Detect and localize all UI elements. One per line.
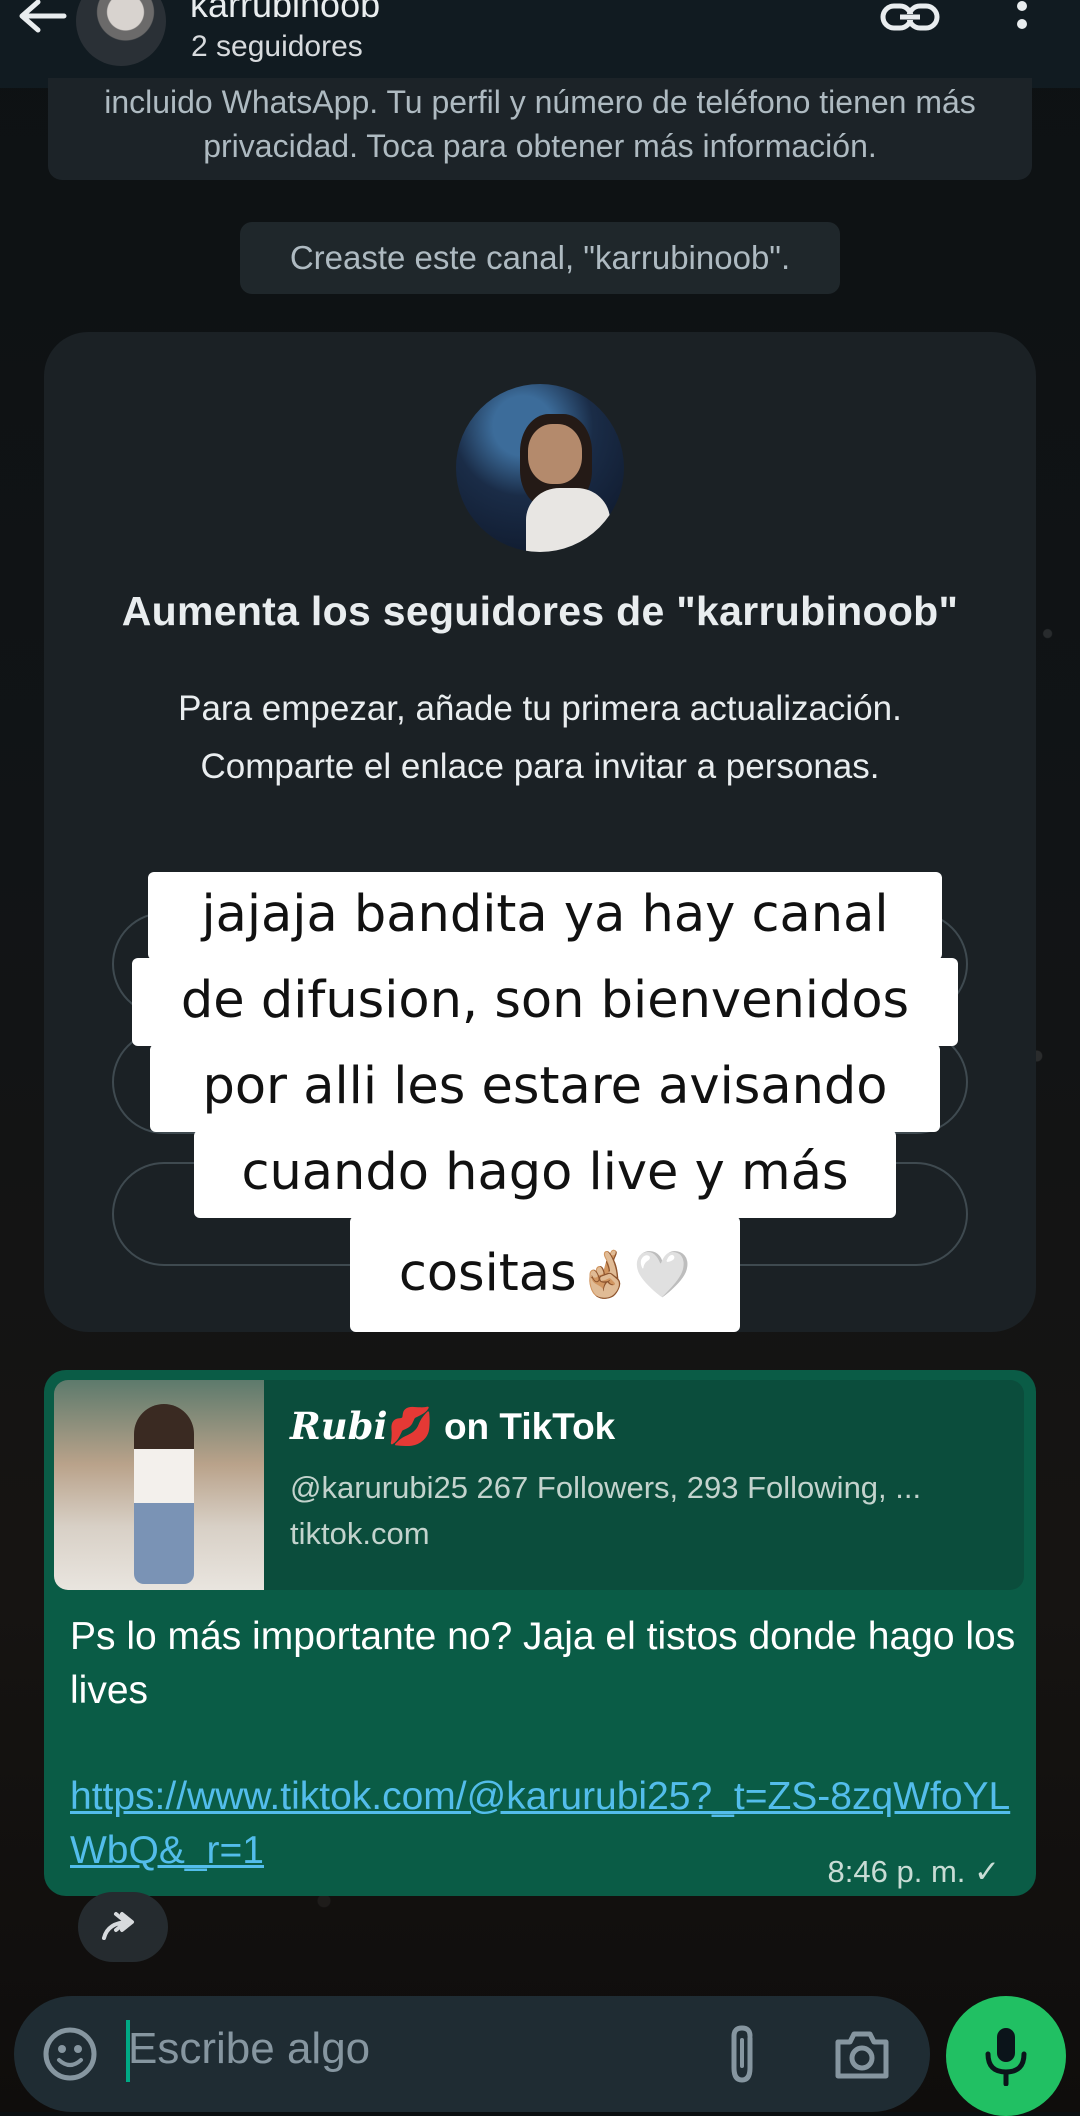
channel-profile-image: [456, 384, 624, 552]
message-input[interactable]: Escribe algo: [128, 2024, 370, 2074]
mic-icon: [985, 2028, 1027, 2086]
fingers-crossed-heart-emoji: 🤞🏼🤍: [576, 1247, 692, 1301]
message-timestamp: 8:46 p. m. ✓: [827, 1854, 1000, 1889]
overlay-caption-line: por alli les estare avisando: [150, 1044, 940, 1132]
attach-icon[interactable]: [722, 2022, 762, 2086]
app-header: karrubinoob 2 seguidores: [0, 0, 1080, 88]
overlay-caption-line: cuando hago live y más: [194, 1130, 896, 1218]
link-icon[interactable]: [880, 0, 940, 34]
more-vert-icon[interactable]: [1012, 0, 1032, 40]
card-description: Para empezar, añade tu primera actualiza…: [178, 689, 902, 786]
voice-record-button[interactable]: [946, 1996, 1066, 2116]
forward-icon: [102, 1912, 134, 1940]
sent-check-icon: ✓: [974, 1854, 1000, 1889]
message-composer[interactable]: Escribe algo: [14, 1996, 930, 2112]
message-bubble[interactable]: Rubi💋 on TikTok @karurubi25 267 Follower…: [44, 1370, 1036, 1896]
message-text: Ps lo más importante no? Jaja el tistos …: [70, 1615, 1016, 1712]
forward-button[interactable]: [78, 1892, 168, 1962]
preview-description: @karurubi25 267 Followers, 293 Following…: [290, 1470, 922, 1505]
back-arrow-icon[interactable]: [16, 0, 68, 40]
followers-count[interactable]: 2 seguidores: [191, 30, 363, 64]
camera-icon[interactable]: [832, 2026, 892, 2082]
emoji-icon[interactable]: [42, 2026, 98, 2082]
channel-avatar[interactable]: [76, 0, 166, 66]
overlay-caption-line: jajaja bandita ya hay canal: [148, 872, 942, 960]
link-preview[interactable]: Rubi💋 on TikTok @karurubi25 267 Follower…: [54, 1380, 1024, 1590]
overlay-caption-line: de difusion, son bienvenidos: [132, 958, 958, 1046]
preview-title: Rubi💋 on TikTok: [290, 1404, 616, 1448]
encryption-notice[interactable]: incluido WhatsApp. Tu perfil y número de…: [48, 78, 1032, 180]
channel-title[interactable]: karrubinoob: [190, 0, 380, 26]
card-title: Aumenta los seguidores de "karrubinoob": [121, 588, 959, 634]
preview-domain: tiktok.com: [290, 1516, 430, 1551]
overlay-caption-line: cositas🤞🏼🤍: [350, 1216, 740, 1332]
preview-thumbnail: [54, 1380, 264, 1590]
channel-created-chip: Creaste este canal, "karrubinoob".: [240, 222, 840, 294]
